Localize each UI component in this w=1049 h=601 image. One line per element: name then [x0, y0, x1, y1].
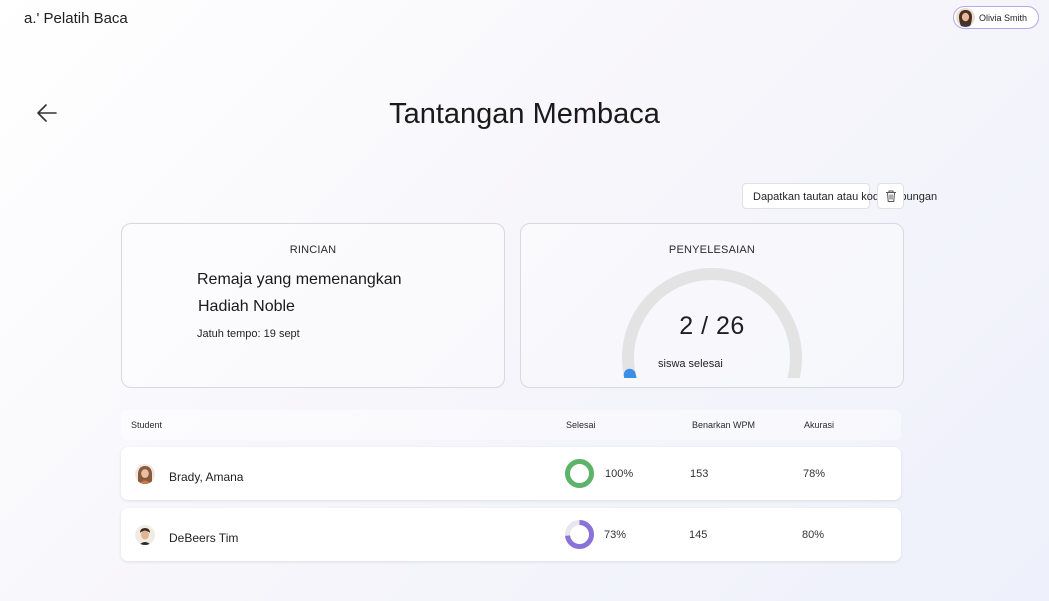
student-avatar — [135, 464, 155, 484]
table-row[interactable]: DeBeers Tim 73% 145 80% — [121, 508, 901, 561]
completion-ring — [565, 520, 594, 549]
due-date: Jatuh tempo: 19 sept — [197, 328, 300, 340]
details-header: RINCIAN — [289, 244, 337, 256]
user-name: Olivia Smith — [979, 12, 1028, 23]
user-profile-button[interactable]: Olivia Smith — [953, 6, 1039, 29]
student-name: Brady, Amana — [169, 470, 244, 484]
completion-ring-fill — [565, 459, 594, 488]
book-title-line2: Hadiah Noble — [198, 298, 295, 315]
table-row[interactable]: Brady, Amana 100% 153 78% — [121, 447, 901, 500]
column-header-student[interactable]: Student — [131, 420, 162, 430]
column-header-wpm[interactable]: Benarkan WPM — [692, 420, 755, 430]
trash-icon — [885, 190, 896, 202]
wpm-value: 145 — [689, 529, 708, 541]
user-avatar — [956, 8, 975, 27]
page-title: Tantangan Membaca — [389, 98, 660, 130]
completion-percent: 100% — [605, 468, 634, 480]
table-header: Student Selesai Benarkan WPM Akurasi — [121, 410, 901, 440]
completion-count: 2 / 26 — [679, 312, 745, 340]
completion-caption: siswa selesai — [658, 358, 723, 370]
completion-ring — [565, 459, 594, 488]
accuracy-value: 80% — [802, 529, 825, 541]
get-link-button[interactable]: Dapatkan tautan atau kode gabungan — [742, 183, 937, 209]
column-header-done[interactable]: Selesai — [566, 420, 596, 430]
completion-percent: 73% — [604, 529, 627, 541]
accuracy-value: 78% — [803, 468, 826, 480]
completion-card: PENYELESAIAN 2 / 26 siswa selesai — [520, 223, 904, 388]
book-title-line1: Remaja yang memenangkan — [197, 271, 402, 288]
gauge-fill — [623, 368, 637, 378]
details-card: RINCIAN Remaja yang memenangkan Hadiah N… — [121, 223, 505, 388]
completion-header: PENYELESAIAN — [668, 244, 756, 256]
student-name: DeBeers Tim — [169, 531, 239, 545]
app-name: a.' Pelatih Baca — [24, 10, 128, 27]
wpm-value: 153 — [690, 468, 709, 480]
column-header-accuracy[interactable]: Akurasi — [804, 420, 834, 430]
student-avatar — [135, 525, 155, 545]
delete-button[interactable] — [877, 183, 904, 209]
